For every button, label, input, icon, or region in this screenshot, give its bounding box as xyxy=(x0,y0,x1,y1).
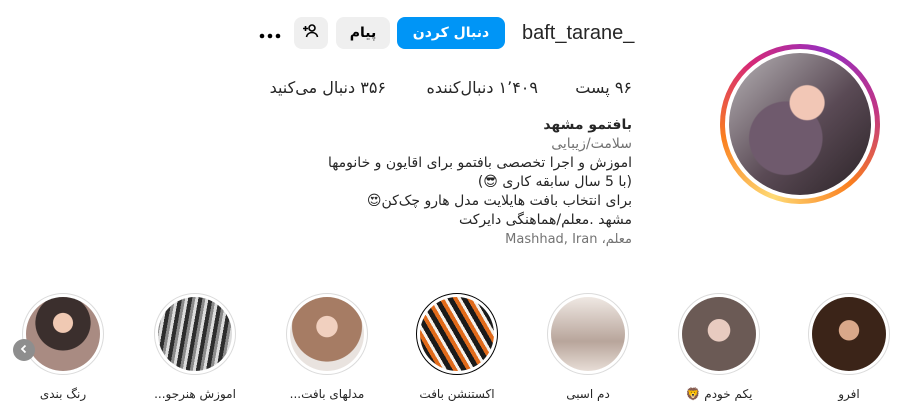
highlight-image xyxy=(290,297,364,371)
highlight-image xyxy=(26,297,100,371)
profile-username: baft_tarane_ xyxy=(522,22,635,44)
more-options-button[interactable] xyxy=(258,22,282,44)
profile-avatar-frame xyxy=(725,49,875,199)
highlight-item[interactable]: افرو xyxy=(804,293,894,401)
highlight-cover xyxy=(22,293,104,375)
highlight-label: یکم خودم 🦁 xyxy=(685,387,753,401)
message-button[interactable]: پیام xyxy=(336,17,390,49)
highlight-image xyxy=(812,297,886,371)
profile-bio: بافتمو مشهد سلامت/زیبایی اموزش و اجرا تخ… xyxy=(280,116,632,249)
highlight-cover xyxy=(416,293,498,375)
follow-button[interactable]: دنبال کردن xyxy=(397,17,505,49)
bio-line: مشهد .معلم/هماهنگی دایرکت xyxy=(459,212,632,228)
highlight-label: رنگ بندی xyxy=(39,387,87,401)
profile-name: بافتمو مشهد xyxy=(543,117,632,133)
posts-count: ۹۶ پست xyxy=(575,78,632,97)
profile-avatar-ring[interactable] xyxy=(720,44,880,204)
highlight-item[interactable]: اموزش هنرجو... xyxy=(150,293,240,401)
highlights-prev-button[interactable] xyxy=(13,339,35,361)
highlight-item[interactable]: دم اسبی xyxy=(543,293,633,401)
highlight-image xyxy=(158,297,232,371)
person-add-icon xyxy=(303,23,319,43)
profile-category: سلامت/زیبایی xyxy=(551,136,632,152)
following-count[interactable]: ۳۵۶ دنبال می‌کنید xyxy=(256,78,386,97)
highlight-label: دم اسبی xyxy=(566,387,610,401)
highlight-cover xyxy=(547,293,629,375)
profile-avatar xyxy=(729,53,871,195)
highlight-label: افرو xyxy=(838,387,860,401)
bio-line: برای انتخاب بافت هایلایت مدل هارو چک‌کن😍 xyxy=(366,193,632,209)
highlight-cover xyxy=(678,293,760,375)
highlight-cover xyxy=(154,293,236,375)
highlight-cover xyxy=(808,293,890,375)
highlight-label: اموزش هنرجو... xyxy=(154,387,236,401)
highlight-item[interactable]: اکستنشن بافت xyxy=(412,293,502,401)
profile-location: معلم، Mashhad, Iran xyxy=(505,232,632,247)
bio-line: (با 5 سال سابقه کاری 😎) xyxy=(477,174,632,190)
highlight-cover xyxy=(286,293,368,375)
highlight-image xyxy=(682,297,756,371)
more-horizontal-icon xyxy=(259,24,281,43)
followers-count[interactable]: ۱٬۴۰۹ دنبال‌کننده xyxy=(418,78,538,97)
highlight-image xyxy=(420,297,494,371)
highlight-label: مدلهای بافت... xyxy=(289,387,365,401)
highlight-image xyxy=(551,297,625,371)
chevron-left-icon xyxy=(19,343,29,357)
suggest-accounts-button[interactable] xyxy=(294,17,328,49)
highlight-item[interactable]: مدلهای بافت... xyxy=(282,293,372,401)
bio-line: اموزش و اجرا تخصصی بافتمو برای اقایون و … xyxy=(327,155,632,171)
highlight-label: اکستنشن بافت xyxy=(419,387,495,401)
highlight-item[interactable]: یکم خودم 🦁 xyxy=(674,293,764,401)
